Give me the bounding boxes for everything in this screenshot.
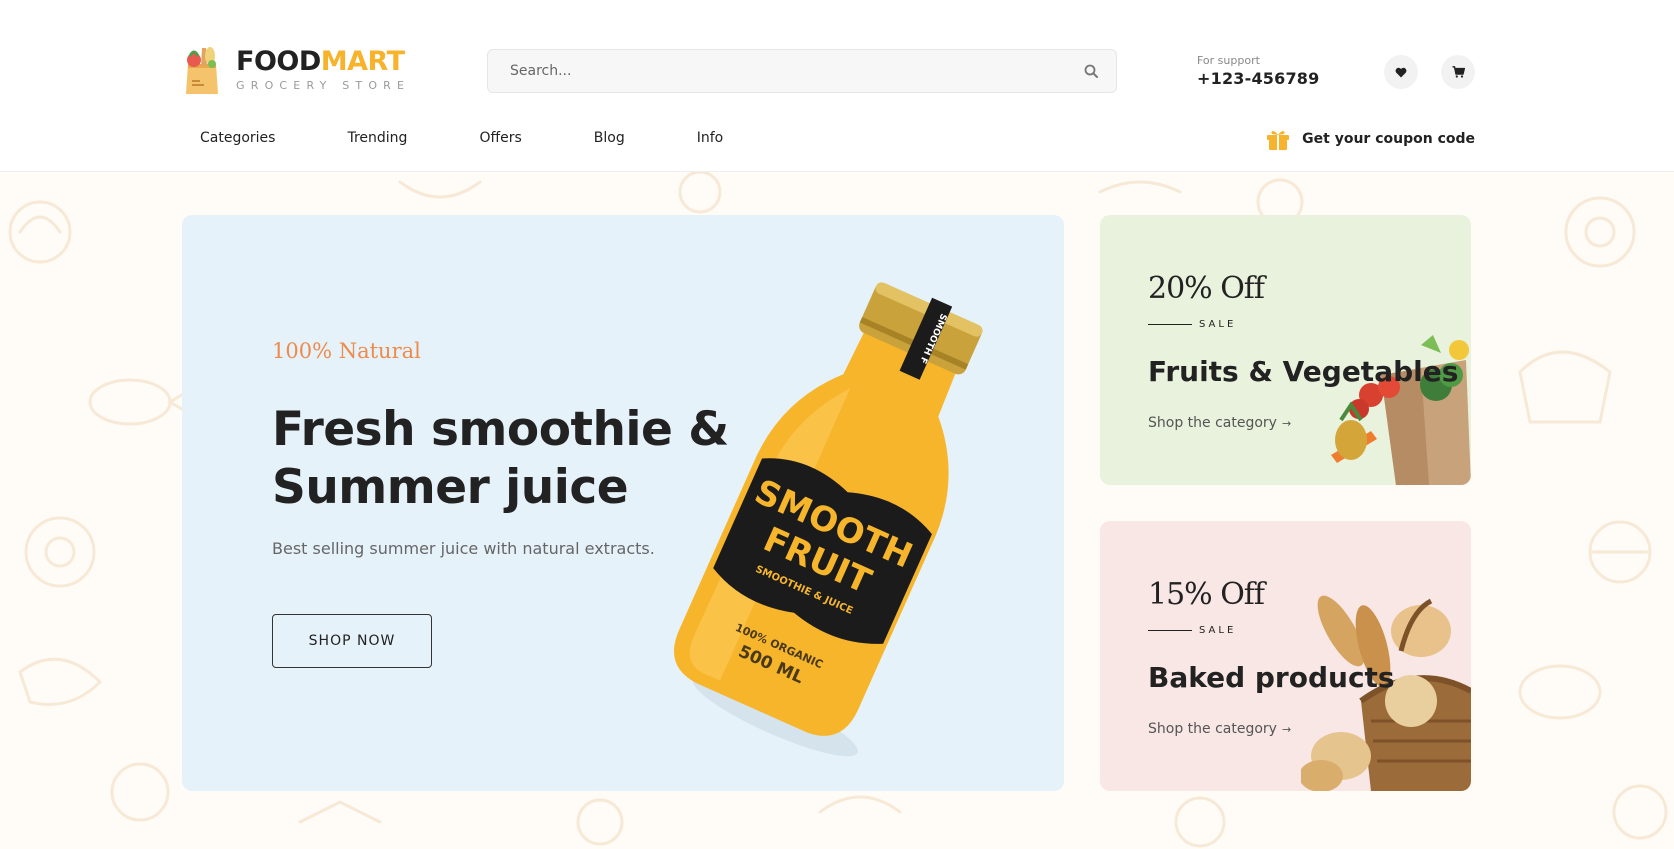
logo-tagline: GROCERY STORE — [236, 79, 411, 92]
support-label: For support — [1197, 54, 1260, 67]
site-header: FOODMART GROCERY STORE For support +123-… — [0, 0, 1674, 172]
cart-icon — [1452, 66, 1465, 78]
shop-category-link[interactable]: Shop the category → — [1148, 721, 1291, 737]
nav-item-offers[interactable]: Offers — [479, 130, 521, 146]
search-bar — [487, 49, 1117, 93]
promo-sale-label: SALE — [1148, 625, 1236, 636]
gift-icon — [1267, 131, 1290, 150]
hero-description: Best selling summer juice with natural e… — [272, 539, 655, 558]
coupon-link[interactable]: Get your coupon code — [1266, 128, 1475, 150]
promo-sale-label: SALE — [1148, 319, 1236, 330]
logo[interactable]: FOODMART GROCERY STORE — [182, 44, 405, 96]
promo-discount: 15% Off — [1148, 577, 1265, 612]
arrow-right-icon: → — [1281, 417, 1292, 430]
promo-discount: 20% Off — [1148, 271, 1265, 306]
promo-title: Baked products — [1148, 661, 1395, 694]
main-nav: Categories Trending Offers Blog Info — [200, 130, 795, 146]
search-input[interactable] — [488, 50, 1066, 92]
promo-card-bakery[interactable]: 15% Off SALE Baked products Shop the cat… — [1100, 521, 1471, 791]
shop-category-link[interactable]: Shop the category → — [1148, 415, 1291, 431]
arrow-right-icon: → — [1281, 723, 1292, 736]
nav-item-trending[interactable]: Trending — [347, 130, 407, 146]
wishlist-button[interactable] — [1384, 55, 1418, 89]
hero-title: Fresh smoothie & Summer juice — [272, 402, 729, 515]
promo-title: Fruits & Vegetables — [1148, 355, 1459, 388]
hero-tagline: 100% Natural — [272, 339, 421, 363]
shop-now-button[interactable]: SHOP NOW — [272, 614, 432, 668]
nav-item-categories[interactable]: Categories — [200, 130, 275, 146]
promo-card-fruits[interactable]: 20% Off SALE Fruits & Vegetables Shop th… — [1100, 215, 1471, 485]
support-contact: For support +123-456789 — [1197, 54, 1319, 88]
nav-item-blog[interactable]: Blog — [594, 130, 625, 146]
search-icon[interactable] — [1066, 50, 1116, 92]
juice-bottle-image: SMOOTH F SMOOTH FRUIT SMOOTHIE & JUICE 1… — [672, 245, 1012, 769]
logo-wordmark: FOODMART — [236, 46, 405, 77]
support-phone[interactable]: +123-456789 — [1197, 69, 1319, 88]
heart-icon — [1395, 67, 1407, 77]
nav-item-info[interactable]: Info — [697, 130, 724, 146]
coupon-label: Get your coupon code — [1302, 131, 1475, 147]
grocery-bag-icon — [182, 44, 222, 96]
hero-banner: 100% Natural Fresh smoothie & Summer jui… — [182, 215, 1064, 791]
cart-button[interactable] — [1441, 55, 1475, 89]
